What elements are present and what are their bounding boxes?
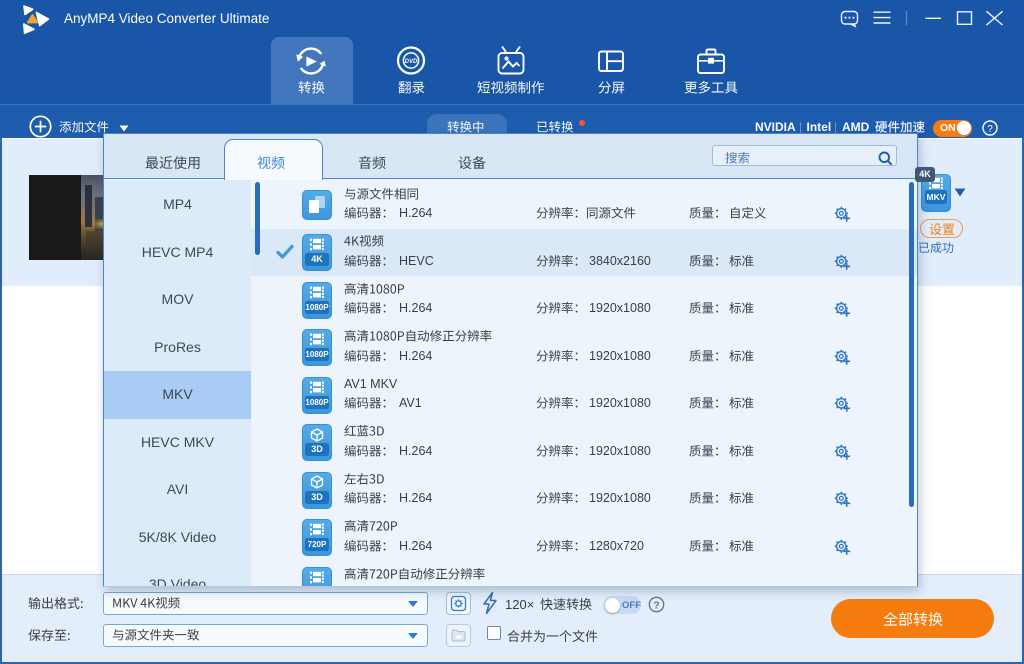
svg-text:?: ? — [987, 124, 993, 135]
svg-text:?: ? — [653, 599, 659, 611]
svg-text:DVD: DVD — [405, 59, 418, 65]
